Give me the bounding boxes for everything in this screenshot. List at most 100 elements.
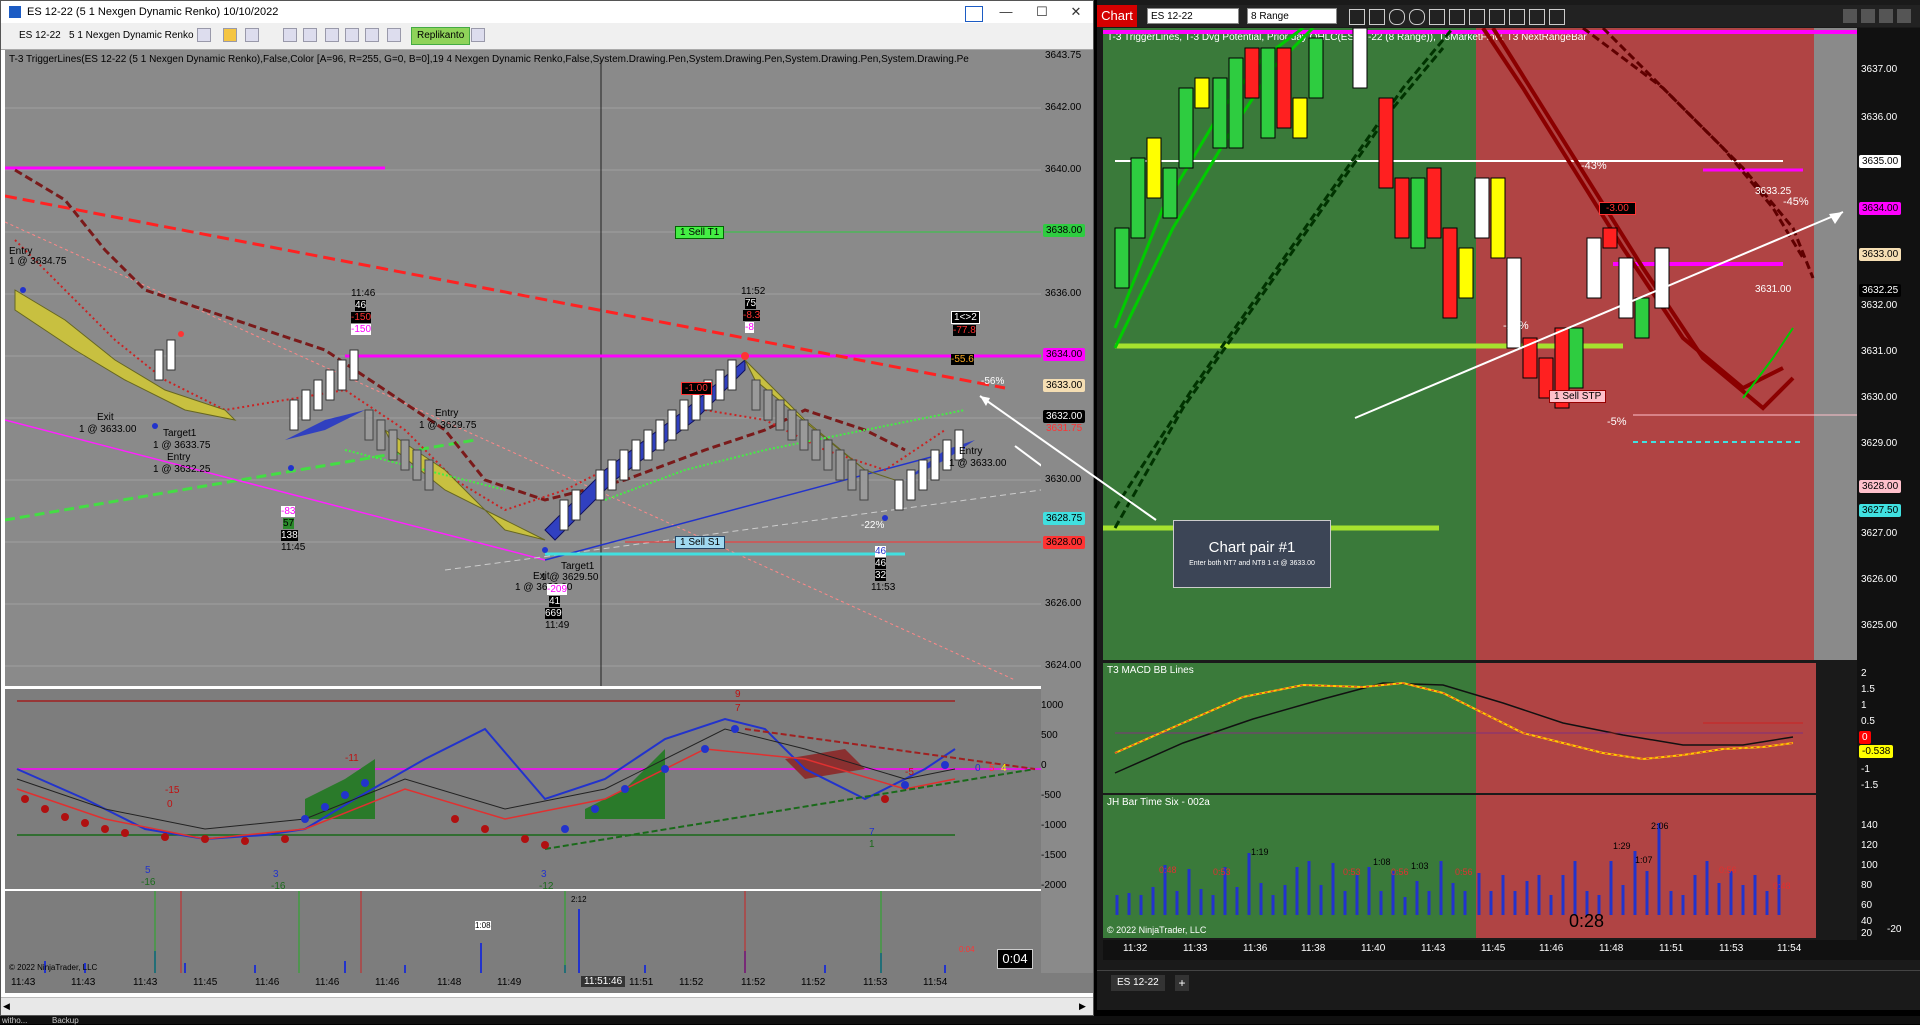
databox-icon[interactable] [1529, 9, 1545, 25]
left-titlebar: ES 12-22 (5 1 Nexgen Dynamic Renko) 10/1… [1, 1, 1093, 23]
macd-panel[interactable]: T3 MACD BB Lines [1103, 663, 1816, 793]
bar-time-six-panel[interactable]: JH Bar Time Six - 002a 1:19 1:08 1:03 0:… [1103, 795, 1816, 938]
order-pair-label[interactable]: 1<>2 [951, 311, 980, 324]
osc-label-m5: -5 [905, 767, 914, 778]
entry3-label: Entry [435, 408, 459, 419]
right-instrument-selector[interactable]: ES 12-22 [1147, 8, 1239, 24]
osc-label-m15: -15 [165, 785, 180, 796]
grid-icon[interactable] [471, 28, 485, 42]
taskbar: witho... Backup [0, 1016, 1920, 1025]
right-close-button[interactable] [1897, 9, 1911, 23]
crosshair-icon[interactable] [283, 28, 297, 42]
stat-46: 46 [355, 300, 367, 311]
osc-label-m11: -11 [345, 753, 359, 764]
bar-time-drawing [44, 891, 946, 973]
entry-price-label: 1 @ 3634.75 [9, 256, 67, 267]
time-label: 0:48 [1159, 865, 1177, 875]
data-box-icon[interactable] [387, 28, 401, 42]
link-icon[interactable] [965, 6, 983, 22]
left-oscillator-panel[interactable]: 9 7 -11 -15 0 -5 5 -16 3 -16 3 -12 7 1 0… [5, 689, 1041, 892]
osc-label-m16: -16 [141, 877, 156, 888]
right-minimize-button[interactable] [1843, 9, 1857, 23]
draw-icon[interactable] [1369, 9, 1385, 25]
close-button[interactable]: ✕ [1061, 3, 1091, 21]
target-price-label: 1 @ 3633.75 [153, 440, 211, 451]
time-tick: 60 [1861, 900, 1873, 911]
instrument-tab[interactable]: ES 12-22 [1111, 975, 1165, 991]
scroll-left-icon[interactable]: ◀ [3, 1001, 13, 1011]
zoom-out-icon[interactable] [1409, 9, 1425, 25]
templates-icon[interactable] [365, 28, 379, 42]
sell-t1-label[interactable]: 1 Sell T1 [675, 226, 725, 239]
macd-tick: 1.5 [1861, 684, 1875, 695]
macd-tick: 1 [1861, 700, 1867, 711]
right-price-axis[interactable]: 3637.00 3636.00 3635.00 3634.00 3633.00 … [1857, 28, 1920, 940]
left-time-axis[interactable]: 11:43 11:43 11:43 11:45 11:46 11:46 11:4… [5, 973, 1093, 993]
osc-label-3b: 3 [541, 869, 547, 880]
rx-tick: 11:33 [1183, 943, 1208, 954]
instrument-selector[interactable]: ES 12-22 [19, 30, 61, 41]
draw-pencil-icon[interactable] [223, 28, 237, 42]
time-tick: 40 [1861, 916, 1873, 927]
replikanto-button[interactable]: Replikanto [411, 27, 471, 45]
crosshair-icon[interactable] [1429, 9, 1445, 25]
bars-icon[interactable] [197, 28, 211, 42]
right-restore-button[interactable] [1861, 9, 1875, 23]
bars-icon[interactable] [1349, 9, 1365, 25]
strategies-icon[interactable] [1489, 9, 1505, 25]
left-price-panel[interactable]: T-3 TriggerLines(ES 12-22 (5 1 Nexgen Dy… [5, 50, 1041, 686]
properties-icon[interactable] [1449, 9, 1465, 25]
x-tick: 11:46 [375, 977, 400, 988]
x-tick: 11:48 [437, 977, 462, 988]
maximize-button[interactable]: ☐ [1027, 3, 1057, 21]
right-bar-type-selector[interactable]: 8 Range [1247, 8, 1337, 24]
sell-s1-label[interactable]: 1 Sell S1 [675, 536, 726, 549]
stat-minus83: -83 [281, 506, 296, 517]
price-label-sell-t1: 3638.00 [1043, 224, 1086, 237]
osc-label-0b: 0 [975, 763, 981, 774]
scroll-right-icon[interactable]: ▶ [1079, 1001, 1089, 1011]
bar-type-selector[interactable]: 5 1 Nexgen Dynamic Renko [69, 30, 194, 41]
minimize-button[interactable]: — [991, 3, 1021, 21]
strategy-icon[interactable] [245, 28, 259, 42]
x-tick: 11:52 [679, 977, 704, 988]
macd-label-yellow: -0.538 [1859, 745, 1894, 758]
osc-label-0: 0 [167, 799, 173, 810]
rprice-label-magenta: 3634.00 [1859, 202, 1902, 215]
right-time-axis[interactable]: 11:32 11:33 11:36 11:38 11:40 11:43 11:4… [1103, 940, 1920, 960]
time-tick: 20 [1861, 928, 1873, 939]
time-label: 0:56 [1719, 865, 1737, 875]
time-label-1145: 11:45 [281, 542, 306, 553]
zoom-icon[interactable] [303, 28, 317, 42]
rprice-label-wheat: 3633.00 [1859, 248, 1902, 261]
rx-tick: 11:46 [1539, 943, 1564, 954]
stat-32: 32 [875, 570, 887, 581]
osc-tick: -2000 [1041, 880, 1067, 891]
ry-tick: 3629.00 [1861, 438, 1898, 449]
menu-icon[interactable] [1549, 9, 1565, 25]
ry-tick: 3637.00 [1861, 64, 1898, 75]
properties-icon[interactable] [325, 28, 339, 42]
chart-tab[interactable]: Chart [1097, 5, 1137, 27]
indicators-icon[interactable] [1469, 9, 1485, 25]
ry-tick: 3630.00 [1861, 392, 1898, 403]
stat-46b: 46 [875, 546, 887, 557]
macd-label-red: 0 [1859, 731, 1871, 744]
left-horizontal-scrollbar[interactable]: ◀ ▶ [1, 997, 1093, 1015]
left-bar-time-panel[interactable]: 1:08 2:12 0:04 © 2022 NinjaTrader, LLC 0… [5, 891, 1041, 973]
time-label: 0:53 [1343, 867, 1361, 877]
y-tick: 3643.75 [1045, 50, 1082, 61]
indicators-icon[interactable] [345, 28, 359, 42]
macd-tick: -1 [1861, 764, 1870, 775]
stat-minus150b: -150 [351, 324, 372, 335]
add-tab-button[interactable]: + [1175, 975, 1189, 991]
osc-tick: -1500 [1041, 850, 1067, 861]
osc-label-5: 5 [145, 865, 151, 876]
zoom-in-icon[interactable] [1389, 9, 1405, 25]
time-label-1146: 11:46 [351, 288, 376, 299]
stat-138: 138 [281, 530, 298, 541]
y-tick: 3636.00 [1045, 288, 1082, 299]
right-maximize-button[interactable] [1879, 9, 1893, 23]
x-tick: 11:45 [193, 977, 218, 988]
templates-icon[interactable] [1509, 9, 1525, 25]
